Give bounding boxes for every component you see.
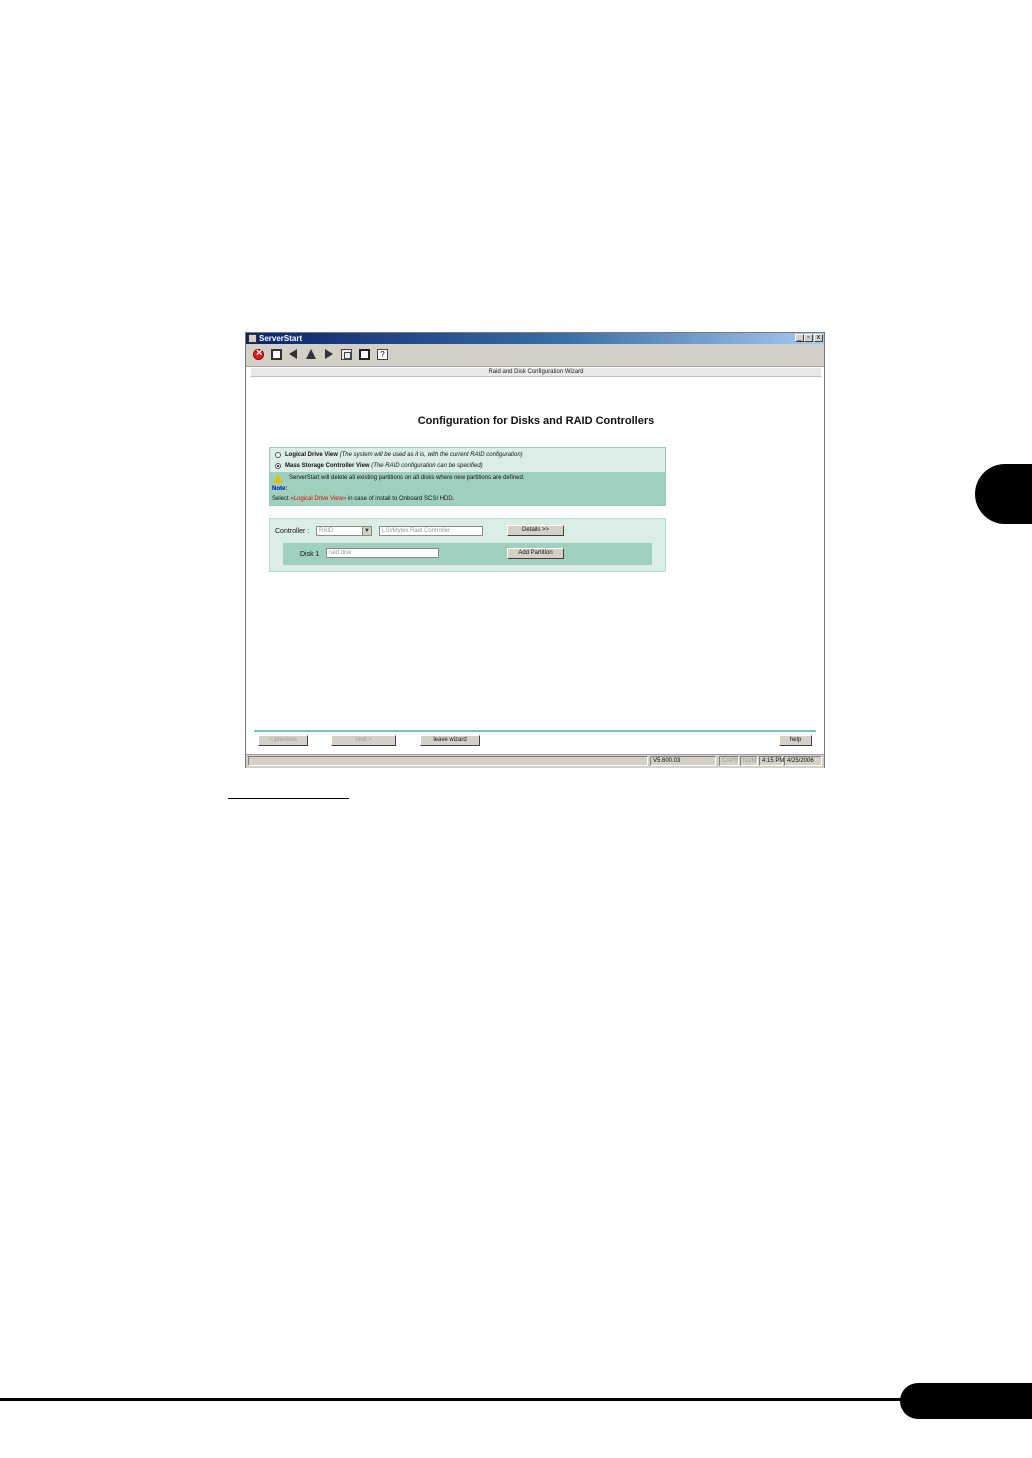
logical-drive-label: Logical Drive View [285,452,338,458]
wizard-title-bar: Raid and Disk Configuration Wizard [251,368,821,377]
minimize-button[interactable]: _ [795,334,804,342]
page-title: Configuration for Disks and RAID Control… [417,415,655,427]
controller-panel: Controller : RAID ▼ LSI/Mylex Raid Contr… [269,518,666,572]
warning-icon [273,474,283,483]
note-text: Select «Logical Drive View» in case of i… [272,496,455,502]
mass-storage-option[interactable]: Mass Storage Controller View (The RAID c… [285,463,483,469]
window-title: ServerStart [259,334,303,343]
mass-storage-description: (The RAID configuration can be specified… [371,463,483,469]
maximize-button[interactable]: ▫ [804,334,813,342]
logical-drive-radio[interactable] [275,452,281,458]
mass-storage-label: Mass Storage Controller View [285,463,370,469]
page-number-tab [900,1383,1032,1419]
details-button[interactable]: Details >> [507,525,564,536]
toolbar: ? [246,344,824,367]
date-status: 4/25/2006 [784,756,822,766]
serverstart-window: ServerStart _ ▫ x ? Raid and Disk Config… [245,332,825,768]
view-options-panel: Logical Drive View (The system will be u… [269,447,666,506]
forward-icon[interactable] [325,349,333,359]
note-label: Note: [272,486,288,492]
disk-label: Disk 1 [300,551,320,558]
manual-page: ServerStart _ ▫ x ? Raid and Disk Config… [0,0,1032,1458]
disk-row: Disk 1 raid disk Add Partition [283,543,652,565]
warning-text: ServerStart will delete all existing par… [289,475,525,481]
close-button[interactable]: x [814,334,823,342]
footer-divider [254,730,816,732]
leave-wizard-button[interactable]: leave wizard [420,735,480,746]
up-icon[interactable] [306,349,316,359]
stop-icon[interactable] [253,347,264,360]
home-icon[interactable] [271,349,282,360]
note-highlight: «Logical Drive View» [290,496,347,502]
back-icon[interactable] [289,349,297,359]
next-button[interactable]: next > [331,735,396,746]
logical-drive-option[interactable]: Logical Drive View (The system will be u… [285,452,523,458]
logical-drive-description: (The system will be used as it is, with … [339,452,523,458]
previous-button[interactable]: < previous [258,735,308,746]
page-icon[interactable] [359,349,370,360]
controller-type-select[interactable]: RAID ▼ [316,526,372,536]
status-bar: V5.600.03 CAPS NUM 4:15 PM 4/25/2006 [246,754,824,768]
num-indicator: NUM [740,756,758,766]
version-status: V5.600.03 [650,756,716,766]
add-partition-button[interactable]: Add Partition [507,548,564,559]
document-icon[interactable] [341,349,352,360]
chevron-down-icon[interactable]: ▼ [362,527,371,535]
help-button[interactable]: help [779,735,812,746]
controller-label: Controller : [275,528,310,535]
help-icon[interactable]: ? [377,349,388,360]
footer-rule [0,1398,905,1401]
app-icon [248,334,257,343]
caption-divider [228,798,349,799]
controller-name-field[interactable]: LSI/Mylex Raid Controller [379,526,483,536]
disk-name-field[interactable]: raid disk [326,548,439,558]
title-bar: ServerStart _ ▫ x [246,333,824,344]
caps-indicator: CAPS [719,756,739,766]
time-status: 4:15 PM [759,756,784,766]
status-message [248,756,648,766]
mass-storage-radio[interactable] [275,463,281,469]
chapter-tab [975,464,1032,524]
